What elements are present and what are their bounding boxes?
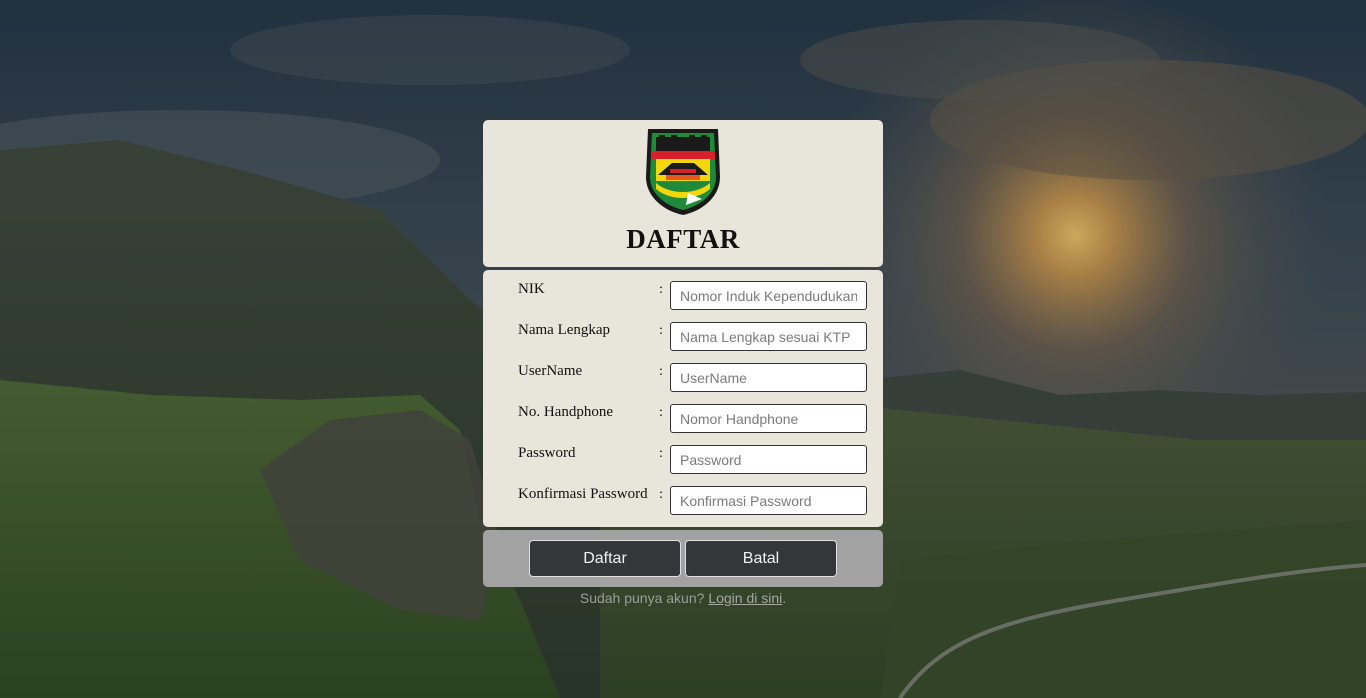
colon: :	[659, 282, 663, 297]
colon: :	[659, 487, 663, 502]
header-panel: DAFTAR	[483, 120, 883, 267]
form-row-username: UserName :	[483, 363, 883, 393]
register-button[interactable]: Daftar	[529, 540, 681, 577]
phone-input[interactable]	[670, 404, 867, 433]
password-input[interactable]	[670, 445, 867, 474]
full-name-input[interactable]	[670, 322, 867, 351]
login-prompt: Sudah punya akun? Login di sini.	[483, 590, 883, 606]
button-panel: Daftar Batal	[483, 530, 883, 587]
nik-label: NIK	[518, 281, 545, 297]
cancel-button[interactable]: Batal	[685, 540, 837, 577]
username-input[interactable]	[670, 363, 867, 392]
login-link[interactable]: Login di sini	[708, 590, 782, 606]
confirm-password-input[interactable]	[670, 486, 867, 515]
full-name-label: Nama Lengkap	[518, 322, 611, 338]
form-row-phone: No. Handphone :	[483, 404, 883, 434]
page-title: DAFTAR	[626, 224, 740, 254]
login-prompt-suffix: .	[782, 590, 787, 606]
colon: :	[659, 323, 663, 338]
password-label: Password	[518, 445, 576, 461]
colon: :	[659, 446, 663, 461]
emblem-logo	[646, 129, 720, 215]
confirm-password-label: Konfirmasi Password	[518, 486, 648, 502]
form-row-password: Password :	[483, 445, 883, 475]
username-label: UserName	[518, 363, 583, 379]
colon: :	[659, 364, 663, 379]
registration-form: NIK : Nama Lengkap : UserName : No. Hand…	[483, 270, 883, 527]
form-row-nik: NIK :	[483, 281, 883, 311]
login-prompt-text: Sudah punya akun?	[579, 590, 709, 606]
form-row-confirm-password: Konfirmasi Password :	[483, 486, 883, 516]
colon: :	[659, 405, 663, 420]
nik-input[interactable]	[670, 281, 867, 310]
form-row-full-name: Nama Lengkap :	[483, 322, 883, 352]
phone-label: No. Handphone	[518, 404, 613, 420]
